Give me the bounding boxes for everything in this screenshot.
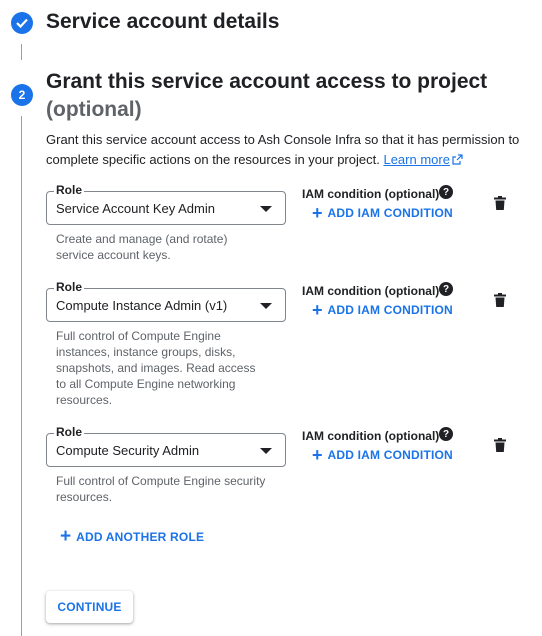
role-description: Create and manage (and rotate) service a… xyxy=(56,232,228,262)
learn-more-label[interactable]: Learn more xyxy=(383,152,449,167)
dropdown-arrow-icon xyxy=(260,303,272,309)
learn-more-link[interactable]: Learn more xyxy=(383,152,463,167)
plus-icon: + xyxy=(312,300,323,320)
role-label: Role xyxy=(54,280,85,294)
step2-description: Grant this service account access to Ash… xyxy=(46,130,536,171)
help-icon[interactable]: ? xyxy=(439,185,453,199)
step1-title[interactable]: Service account details xyxy=(46,10,279,34)
iam-condition-label: IAM condition (optional) xyxy=(302,187,440,201)
add-iam-condition-label: ADD IAM CONDITION xyxy=(327,206,453,220)
plus-icon: + xyxy=(312,203,323,223)
delete-role-trash-icon[interactable] xyxy=(494,438,506,457)
role-select-value: Service Account Key Admin xyxy=(56,201,215,216)
stepper-line-top xyxy=(21,44,22,60)
role-label: Role xyxy=(54,183,85,197)
dropdown-arrow-icon xyxy=(260,448,272,454)
step2-number-badge: 2 xyxy=(11,84,33,106)
continue-button[interactable]: CONTINUE xyxy=(46,591,133,623)
step-complete-check-icon xyxy=(11,12,33,34)
role-description: Full control of Compute Engine instances… xyxy=(56,329,256,407)
role-select-value: Compute Instance Admin (v1) xyxy=(56,298,228,313)
delete-role-trash-icon[interactable] xyxy=(494,293,506,312)
help-icon[interactable]: ? xyxy=(439,427,453,441)
stepper-line-main xyxy=(21,116,22,636)
role-select-value: Compute Security Admin xyxy=(56,443,200,458)
role-row: Role Compute Security Admin Full control… xyxy=(46,425,536,505)
help-icon[interactable]: ? xyxy=(439,282,453,296)
step2-title: Grant this service account access to pro… xyxy=(46,70,488,93)
external-link-icon xyxy=(452,151,463,171)
role-row: Role Service Account Key Admin Create an… xyxy=(46,183,536,263)
add-another-role-button[interactable]: + ADD ANOTHER ROLE xyxy=(60,526,205,547)
add-iam-condition-button[interactable]: + ADD IAM CONDITION xyxy=(312,445,453,465)
step2-optional-label: (optional) xyxy=(46,98,142,121)
dropdown-arrow-icon xyxy=(260,206,272,212)
add-iam-condition-label: ADD IAM CONDITION xyxy=(327,303,453,317)
add-another-role-label: ADD ANOTHER ROLE xyxy=(76,530,205,544)
role-description: Full control of Compute Engine security … xyxy=(56,474,266,504)
role-row: Role Compute Instance Admin (v1) Full co… xyxy=(46,280,536,410)
add-iam-condition-button[interactable]: + ADD IAM CONDITION xyxy=(312,203,453,223)
iam-condition-label: IAM condition (optional) xyxy=(302,429,440,443)
delete-role-trash-icon[interactable] xyxy=(494,196,506,215)
add-iam-condition-label: ADD IAM CONDITION xyxy=(327,448,453,462)
plus-icon: + xyxy=(312,445,323,465)
add-iam-condition-button[interactable]: + ADD IAM CONDITION xyxy=(312,300,453,320)
role-label: Role xyxy=(54,425,85,439)
plus-icon: + xyxy=(60,526,72,547)
iam-condition-label: IAM condition (optional) xyxy=(302,284,440,298)
